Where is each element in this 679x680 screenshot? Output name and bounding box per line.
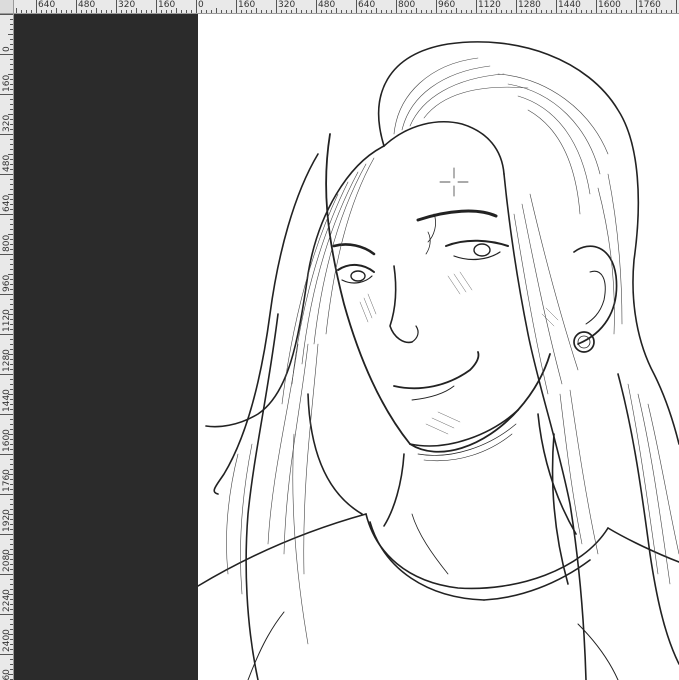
ruler-label: 1280 [518, 0, 541, 10]
vertical-ruler[interactable]: 0 160 320 480 640 800 960 1120 1280 1440 1600 1760 1… [0, 14, 14, 680]
face-outline [325, 133, 551, 453]
horizontal-ruler[interactable]: 640 480 320 160 0 160 320 480 640 800 960 1120 1280 1… [0, 0, 679, 14]
ruler-label: 1600 [598, 0, 621, 10]
crosshair-cursor [439, 167, 469, 197]
ruler-label: 0 [2, 46, 12, 52]
ruler-label: 800 [398, 0, 416, 10]
ruler-label: 1120 [478, 0, 501, 10]
ruler-label: 2560 [2, 669, 12, 680]
ruler-label: 1760 [2, 469, 12, 492]
ruler-label: 2240 [2, 589, 12, 612]
nose-mouth [389, 265, 480, 401]
ruler-label: 1440 [2, 389, 12, 412]
drawing-canvas[interactable] [198, 14, 679, 680]
ruler-label: 1600 [2, 429, 12, 452]
ruler-label: 1120 [2, 309, 12, 332]
ruler-label: 640 [38, 0, 56, 10]
neck-lines [383, 409, 577, 575]
shirt-lines [198, 513, 679, 680]
ruler-label: 1760 [638, 0, 661, 10]
ruler-label: 320 [278, 0, 296, 10]
ruler-corner [0, 0, 14, 14]
ruler-label: 640 [358, 0, 376, 10]
eyes [332, 209, 509, 284]
ruler-label: 320 [118, 0, 136, 10]
ruler-label: 480 [2, 154, 12, 172]
ruler-label: 960 [438, 0, 456, 10]
hair [205, 41, 679, 680]
ruler-label: 2400 [2, 629, 12, 652]
ruler-label: 1920 [2, 509, 12, 532]
ruler-label: 0 [198, 0, 204, 10]
ruler-label: 160 [238, 0, 256, 10]
ruler-label: 1280 [2, 349, 12, 372]
ruler-label: 960 [2, 274, 12, 292]
ruler-label: 320 [2, 114, 12, 132]
lineart-portrait [198, 41, 679, 680]
ruler-label: 1440 [558, 0, 581, 10]
ruler-label: 480 [318, 0, 336, 10]
ruler-label: 640 [2, 194, 12, 212]
ruler-label: 160 [2, 74, 12, 92]
ear [573, 245, 618, 353]
ruler-label: 800 [2, 234, 12, 252]
ruler-label: 160 [158, 0, 176, 10]
ruler-label: 2080 [2, 549, 12, 572]
ruler-label: 480 [78, 0, 96, 10]
